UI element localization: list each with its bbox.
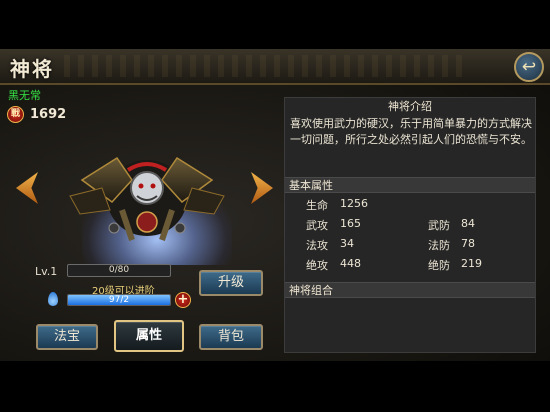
- stat-value-patk: 165: [340, 217, 361, 230]
- stat-value-udef: 219: [461, 257, 482, 270]
- stat-label-mdef: 法防: [428, 239, 450, 252]
- stat-value-matk: 34: [340, 237, 354, 250]
- attributes-button[interactable]: 属性: [114, 320, 184, 352]
- stat-label-uatk: 绝攻: [306, 259, 328, 272]
- stat-value-mdef: 78: [461, 237, 475, 250]
- stat-label-hp: 生命: [306, 199, 328, 212]
- add-mana-button[interactable]: +: [175, 292, 191, 308]
- mana-drop-icon: [48, 292, 58, 306]
- back-button[interactable]: ↩: [514, 52, 544, 82]
- hero-combo-header: 神将组合: [285, 282, 535, 298]
- stat-label-udef: 绝防: [428, 259, 450, 272]
- power-badge-icon: 戰: [7, 106, 24, 123]
- level-label: Lv.1: [35, 265, 58, 278]
- stat-value-hp: 1256: [340, 197, 368, 210]
- intro-text: 喜欢使用武力的硬汉，乐于用简单暴力的方式解决一切问题，所行之处必然引起人们的恐慌…: [290, 117, 532, 146]
- stat-value-uatk: 448: [340, 257, 361, 270]
- top-bar-ornament: [64, 55, 464, 77]
- stat-label-pdef: 武防: [428, 219, 450, 232]
- upgrade-button[interactable]: 升级: [199, 270, 263, 296]
- mana-text: 97/2: [108, 295, 130, 305]
- mana-bar: 97/2: [67, 294, 171, 306]
- back-arrow-icon: ↩: [521, 57, 537, 77]
- stat-label-patk: 武攻: [306, 219, 328, 232]
- exp-bar: 0/80: [67, 264, 171, 277]
- top-bar: 神将: [0, 49, 550, 85]
- basic-attributes-header: 基本属性: [285, 177, 535, 193]
- treasure-button[interactable]: 法宝: [36, 324, 98, 350]
- intro-title: 神将介绍: [388, 100, 432, 113]
- bag-button[interactable]: 背包: [199, 324, 263, 350]
- hero-name: 黑无常: [8, 89, 41, 102]
- hero-power: 1692: [30, 107, 67, 122]
- exp-text: 0/80: [108, 265, 130, 275]
- stat-value-pdef: 84: [461, 217, 475, 230]
- page-title: 神将: [10, 57, 54, 81]
- hero-character-image: [69, 156, 225, 241]
- stat-label-matk: 法攻: [306, 239, 328, 252]
